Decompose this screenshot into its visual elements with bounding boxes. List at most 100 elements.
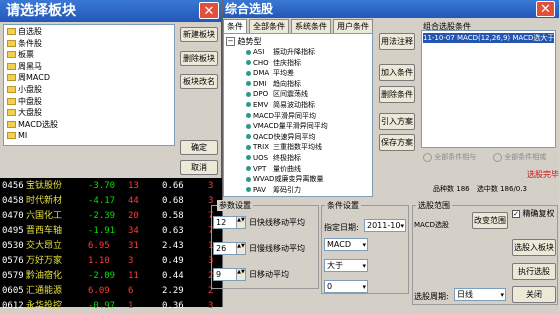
period-select[interactable]: 日线 ▾ [454, 288, 506, 301]
change-range-button[interactable]: 改变范围 [472, 212, 508, 229]
selector-title: 综合选股 [225, 2, 274, 16]
tree-item[interactable]: ASI 振动升降指标 [246, 47, 328, 58]
indicator-icon [246, 81, 251, 87]
stock-row[interactable]: 0579 黔油宿化 -2.09 11 0.44 2 [0, 268, 220, 284]
board-item-label: 中盘股 [18, 96, 42, 106]
board-dialog-close-icon[interactable]: ✕ [199, 2, 219, 19]
spinner-icon[interactable]: ▲▼ [236, 217, 245, 228]
param-input[interactable]: 26 ▲▼ [213, 242, 246, 255]
rename-board-button[interactable]: 板块改名 [180, 74, 218, 89]
board-item-label: 周MACD [18, 73, 50, 83]
spinner-icon[interactable]: ▲▼ [236, 243, 245, 254]
indicator-icon [246, 60, 251, 66]
stock-row[interactable]: 0612 永华投控 -0.97 1 0.36 3 [0, 298, 220, 314]
selector-close-icon[interactable]: ✕ [536, 1, 555, 17]
tree-item[interactable]: TRIX 三重指数平均线 [246, 142, 328, 153]
tree-item[interactable]: DMI 趋向指标 [246, 79, 328, 90]
tree-root-label: 趋势型 [237, 37, 262, 46]
tree-item-code: MACD [253, 111, 274, 120]
collapse-icon[interactable]: − [226, 37, 235, 46]
tree-item[interactable]: CHO 佳庆指标 [246, 58, 328, 69]
tab-user-conditions[interactable]: 用户条件 [333, 19, 373, 33]
operator-value: 大于 [327, 261, 343, 270]
radio-any-condition[interactable]: 全部条件相或 [493, 152, 546, 162]
tree-item[interactable]: QACD快速异同平均 [246, 132, 328, 143]
combo-list: 11-10-07 MACD(12,26,9) MACD选大于0 [421, 30, 556, 148]
tab-all-conditions[interactable]: 全部条件 [249, 19, 289, 33]
delete-board-button[interactable]: 删除板块 [180, 51, 218, 66]
stock-row[interactable]: 0456 宝钛股份 -3.70 13 0.66 3 [0, 178, 220, 194]
chevron-down-icon: ▾ [362, 241, 366, 249]
board-item[interactable]: 周MACD [7, 72, 58, 84]
stock-code: 0530 [2, 241, 24, 251]
board-item[interactable]: MACD选股 [7, 119, 58, 131]
stock-code: 0612 [2, 301, 24, 311]
import-plan-button[interactable]: 引入方案 [379, 113, 415, 130]
tree-item[interactable]: DPO 区间震荡线 [246, 89, 328, 100]
tree-item[interactable]: VMACD量平滑异同平均 [246, 121, 328, 132]
tree-item[interactable]: VPT 量价曲线 [246, 164, 328, 175]
new-board-button[interactable]: 新建板块 [180, 27, 218, 42]
radio-all-conditions[interactable]: 全部条件相与 [423, 152, 476, 162]
stock-name: 交大昂立 [26, 241, 63, 251]
operator-select[interactable]: 大于 ▾ [324, 259, 368, 272]
indicator-icon [246, 70, 251, 76]
date-value: 2011-10- [367, 221, 404, 230]
board-item[interactable]: MI [7, 130, 58, 142]
add-to-board-button[interactable]: 选股入板块 [512, 239, 556, 256]
add-condition-button[interactable]: 加入条件 [379, 64, 415, 81]
board-item[interactable]: 条件股 [7, 38, 58, 50]
tree-item[interactable]: DMA 平均差 [246, 68, 328, 79]
stock-row[interactable]: 0530 交大昂立 6.95 31 2.43 1 [0, 238, 220, 254]
explain-button[interactable]: 用法注释 [379, 33, 415, 50]
tree-item-desc: 平滑异同平均 [273, 111, 316, 120]
board-item[interactable]: 周黑马 [7, 61, 58, 73]
stock-code: 0458 [2, 196, 24, 206]
folder-icon [7, 74, 16, 82]
stock-row[interactable]: 0458 时代新材 -4.17 44 0.68 3 [0, 193, 220, 209]
tree-item[interactable]: PAV 筹码引力 [246, 185, 328, 196]
stock-row[interactable]: 0470 六国化工 -2.39 20 0.58 7 [0, 208, 220, 224]
tree-root[interactable]: − 趋势型 [226, 36, 262, 47]
execute-selection-button[interactable]: 执行选股 [512, 263, 556, 280]
period-label: 选股周期: [414, 292, 449, 301]
stock-code: 0579 [2, 271, 24, 281]
tree-item[interactable]: EMV 简易波动指标 [246, 100, 328, 111]
tree-item-code: DMI [253, 79, 267, 88]
close-button[interactable]: 关闭 [512, 286, 556, 303]
cancel-button[interactable]: 取消 [180, 160, 218, 175]
tab-condition-group[interactable]: 条件组 [223, 19, 247, 44]
param-input[interactable]: 9 ▲▼ [213, 268, 246, 281]
board-item[interactable]: 自选股 [7, 26, 58, 38]
folder-icon [7, 39, 16, 47]
folder-icon [7, 85, 16, 93]
tree-item[interactable]: WVAD威廉变异离散量 [246, 174, 328, 185]
stock-row[interactable]: 0605 汇通能源 6.09 6 2.29 2 [0, 283, 220, 299]
ok-button[interactable]: 确定 [180, 140, 218, 155]
exact-restore-checkbox[interactable]: ✓ 精确复权 [512, 208, 555, 219]
tree-item[interactable]: UOS 终极指标 [246, 153, 328, 164]
date-label: 指定日期: [324, 223, 359, 232]
indicator-icon [246, 113, 251, 119]
board-item[interactable]: 中盘股 [7, 96, 58, 108]
param-input[interactable]: 12 ▲▼ [213, 216, 246, 229]
stock-volume: 6 [128, 286, 134, 296]
spinner-icon[interactable]: ▲▼ [236, 269, 245, 280]
indicator-select[interactable]: MACD ▾ [324, 238, 368, 251]
tree-item[interactable]: MACD平滑异同平均 [246, 111, 328, 122]
tree-item-desc: 平均差 [273, 69, 294, 78]
condition-value-field[interactable]: 0 ▾ [324, 280, 368, 293]
combo-entry[interactable]: 11-10-07 MACD(12,26,9) MACD选大于0 [423, 33, 554, 43]
delete-condition-button[interactable]: 删除条件 [379, 86, 415, 103]
stock-row[interactable]: 0495 晋西车轴 -1.91 34 0.63 7 [0, 223, 220, 239]
board-item[interactable]: 大盘股 [7, 107, 58, 119]
tab-system-conditions[interactable]: 系统条件 [291, 19, 331, 33]
board-item[interactable]: 小盘股 [7, 84, 58, 96]
date-select[interactable]: 2011-10- ▾ [364, 219, 406, 232]
indicator-icon [246, 176, 251, 182]
board-item[interactable]: 板票 [7, 49, 58, 61]
folder-icon [7, 120, 16, 128]
save-plan-button[interactable]: 保存方案 [379, 134, 415, 151]
stock-row[interactable]: 0576 万好万家 1.10 3 0.49 3 [0, 253, 220, 269]
board-item-label: MACD选股 [18, 119, 58, 129]
